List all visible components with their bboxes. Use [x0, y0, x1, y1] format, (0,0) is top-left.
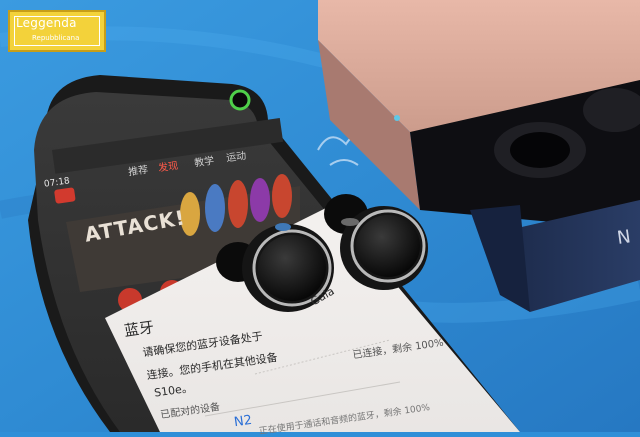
- tab-teaching[interactable]: 教学: [193, 152, 215, 170]
- device-name[interactable]: N2: [233, 413, 253, 430]
- watermark-logo: Leggenda Repubblicana: [8, 10, 106, 52]
- tab-recommend[interactable]: 推荐: [127, 161, 149, 179]
- watermark-subtitle: Repubblicana: [32, 34, 80, 42]
- app-menu-button[interactable]: [54, 187, 76, 204]
- front-camera: [229, 89, 251, 111]
- tab-sport[interactable]: 运动: [225, 147, 247, 165]
- tab-discover[interactable]: 发现: [157, 157, 179, 175]
- dialog-title: 蓝牙: [122, 317, 156, 340]
- scene: N: [0, 0, 640, 432]
- watermark-title: Leggenda: [16, 16, 77, 30]
